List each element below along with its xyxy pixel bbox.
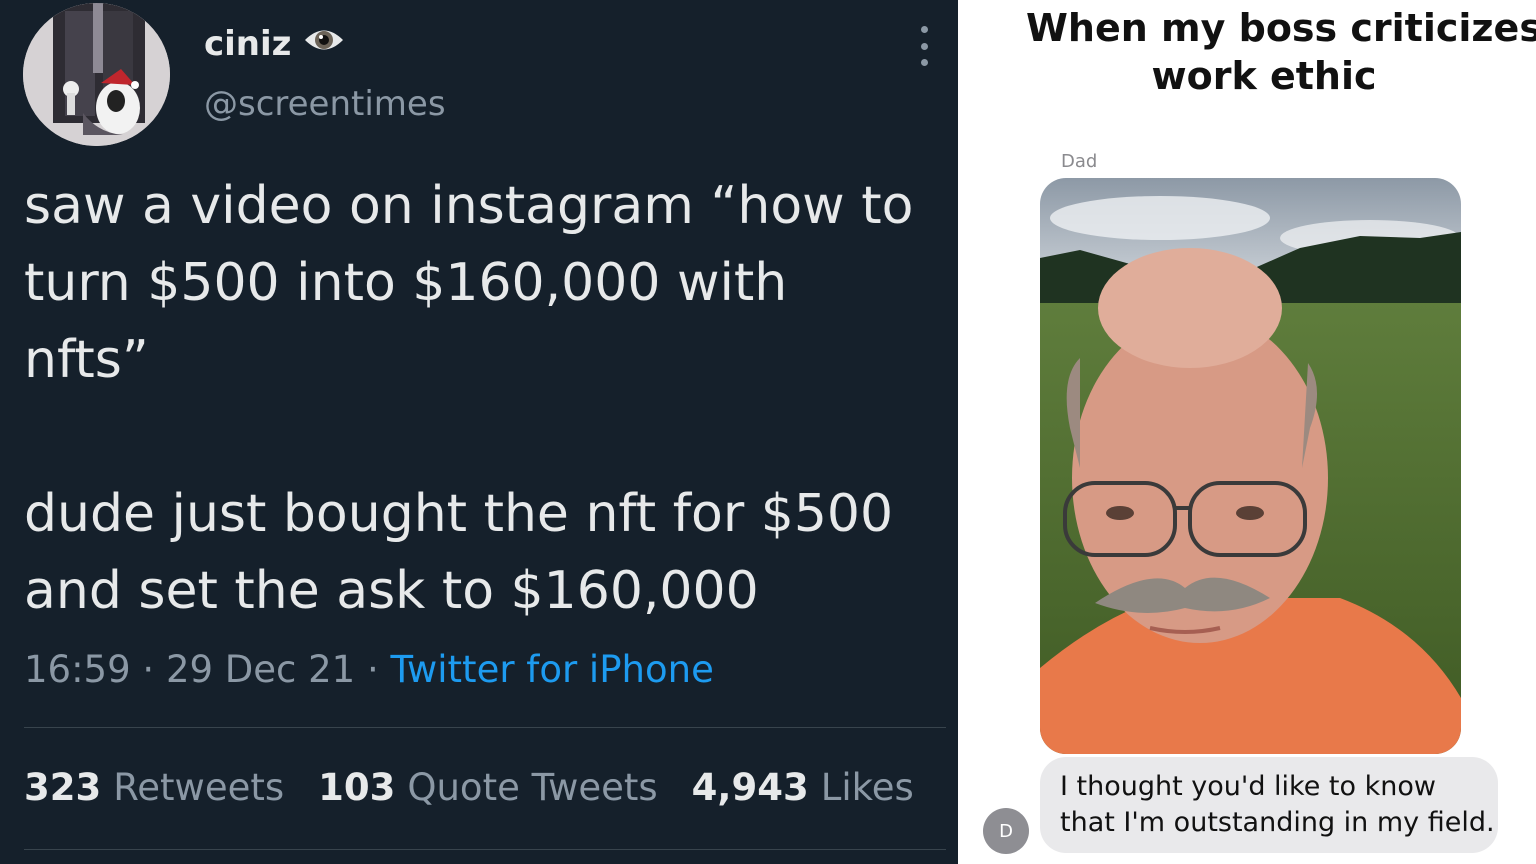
engagement-stats: 323 Retweets 103 Quote Tweets 4,943 Likes: [24, 766, 914, 809]
caption-line-1: When my boss criticizes my: [1026, 6, 1536, 50]
likes-stat[interactable]: 4,943 Likes: [692, 766, 914, 809]
eye-icon: [303, 24, 345, 64]
divider: [24, 727, 946, 728]
profile-avatar[interactable]: [23, 3, 170, 146]
tweet-time[interactable]: 16:59: [24, 648, 131, 691]
retweets-label: Retweets: [113, 766, 285, 809]
sender-avatar: D: [983, 808, 1029, 854]
quote-tweets-count: 103: [318, 766, 396, 809]
display-name[interactable]: ciniz: [204, 24, 291, 64]
caption-line-2: work ethic: [1151, 54, 1377, 98]
divider: [24, 849, 946, 850]
user-handle[interactable]: @screentimes: [204, 84, 446, 124]
message-bubble: I thought you'd like to know that I'm ou…: [1040, 757, 1498, 853]
avatar-image: [23, 3, 170, 146]
retweets-stat[interactable]: 323 Retweets: [24, 766, 284, 809]
likes-count: 4,943: [691, 766, 809, 809]
quote-tweets-stat[interactable]: 103 Quote Tweets: [318, 766, 658, 809]
tweet-card: ciniz @screentimes saw a video on instag…: [0, 0, 958, 864]
tweet-metadata: 16:59 · 29 Dec 21 · Twitter for iPhone: [24, 648, 714, 691]
more-vertical-icon[interactable]: [914, 26, 934, 66]
likes-label: Likes: [820, 766, 914, 809]
message-photo[interactable]: [1040, 178, 1461, 754]
photo-of-man-in-field: [1040, 178, 1461, 754]
meme-caption: When my boss criticizes my work ethic: [1026, 4, 1536, 100]
quote-tweets-label: Quote Tweets: [407, 766, 658, 809]
retweets-count: 323: [24, 766, 102, 809]
sender-name: Dad: [1061, 151, 1098, 172]
meme-panel: When my boss criticizes my work ethic Da…: [958, 0, 1536, 864]
tweet-date[interactable]: 29 Dec 21: [166, 648, 355, 691]
meta-separator: ·: [142, 648, 166, 691]
display-name-row[interactable]: ciniz: [204, 24, 345, 64]
tweet-text: saw a video on instagram “how to turn $5…: [24, 176, 914, 621]
tweet-source-link[interactable]: Twitter for iPhone: [391, 648, 714, 691]
meta-separator: ·: [367, 648, 391, 691]
